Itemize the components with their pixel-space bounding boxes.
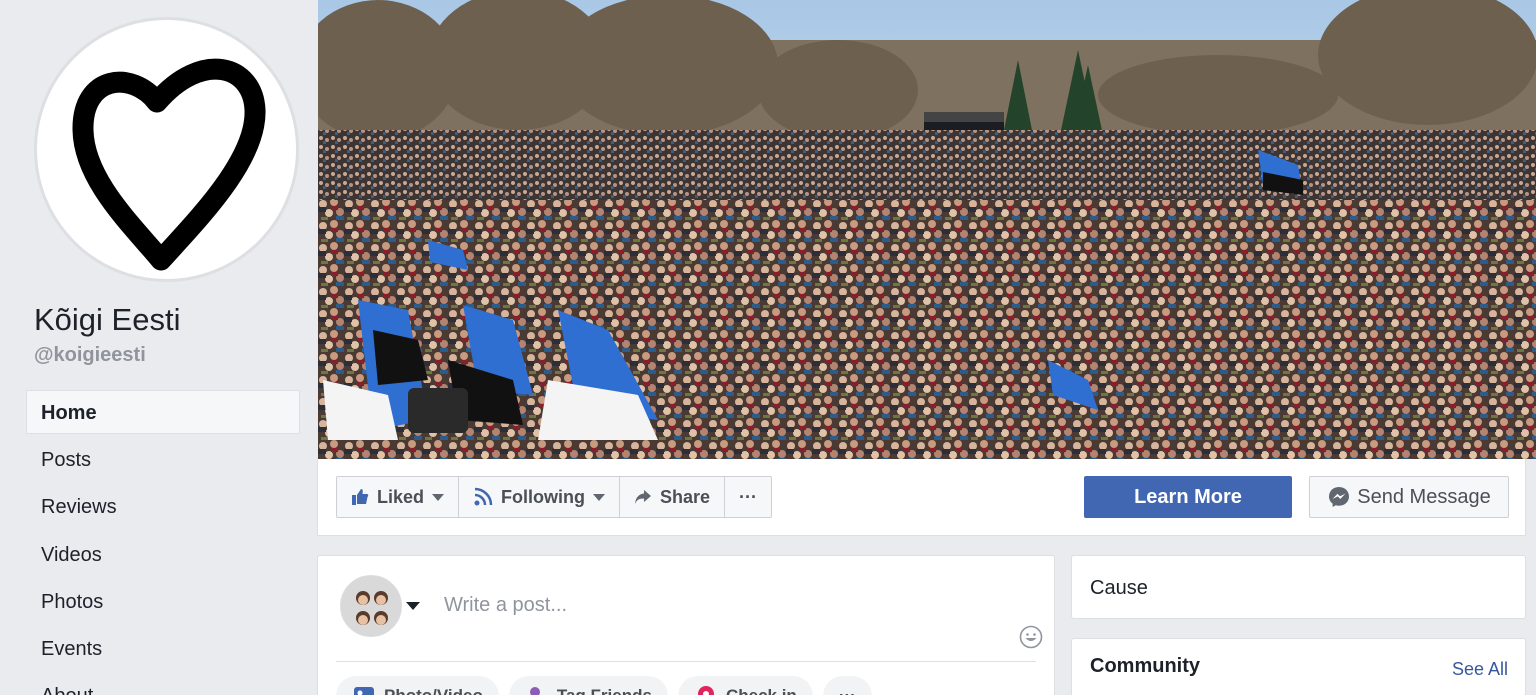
photo-video-button[interactable]: Photo/Video: [336, 676, 499, 695]
composer-avatar[interactable]: [340, 575, 402, 637]
check-in-label: Check in: [726, 686, 797, 695]
page-title: Kõigi Eesti: [34, 302, 181, 337]
page-profile-picture[interactable]: [34, 17, 299, 282]
cover-photo[interactable]: [318, 0, 1536, 459]
share-arrow-icon: [634, 489, 652, 505]
nav-item-home[interactable]: Home: [26, 390, 300, 434]
chevron-down-icon[interactable]: [406, 602, 420, 610]
more-icon: ···: [739, 486, 758, 507]
chevron-down-icon: [432, 493, 445, 501]
share-label: Share: [660, 486, 711, 507]
thumbs-up-icon: [351, 488, 369, 506]
composer-actions: Photo/Video Tag Friends Check in ···: [336, 676, 872, 695]
share-button[interactable]: Share: [620, 477, 726, 517]
composer-more-button[interactable]: ···: [822, 676, 872, 695]
photo-icon: [352, 684, 376, 695]
more-options-button[interactable]: ···: [725, 477, 771, 517]
more-icon: ···: [839, 686, 856, 695]
page-action-bar: Liked Following Share ··· Learn More Sen…: [317, 459, 1526, 536]
following-label: Following: [501, 486, 585, 507]
rss-icon: [473, 487, 493, 507]
left-column: Kõigi Eesti @koigieesti Home Posts Revie…: [0, 0, 318, 695]
check-in-button[interactable]: Check in: [677, 676, 813, 695]
post-composer: Photo/Video Tag Friends Check in ···: [317, 555, 1055, 695]
tag-friends-icon: [525, 684, 549, 695]
page-actions-group: Liked Following Share ···: [336, 476, 773, 518]
page-handle[interactable]: @koigieesti: [34, 344, 146, 367]
crowd-cover-image: [318, 0, 1536, 459]
photo-video-label: Photo/Video: [384, 686, 483, 695]
messenger-icon: [1327, 485, 1351, 509]
heart-logo-icon: [72, 58, 266, 271]
see-all-link[interactable]: See All: [1452, 659, 1508, 680]
community-title: Community: [1090, 655, 1200, 677]
tag-friends-button[interactable]: Tag Friends: [508, 676, 668, 695]
page-nav: Home Posts Reviews Videos Photos Events …: [26, 390, 300, 695]
nav-item-photos[interactable]: Photos: [26, 579, 300, 623]
tag-friends-label: Tag Friends: [557, 686, 652, 695]
write-post-input[interactable]: [444, 590, 984, 620]
nav-item-reviews[interactable]: Reviews: [26, 484, 300, 528]
cause-card: Cause: [1071, 555, 1526, 619]
nav-item-videos[interactable]: Videos: [26, 532, 300, 576]
community-card: Community See All: [1071, 638, 1526, 695]
location-pin-icon: [694, 684, 718, 695]
liked-label: Liked: [377, 486, 425, 507]
divider: [336, 661, 1036, 662]
send-message-label: Send Message: [1357, 485, 1491, 508]
send-message-button[interactable]: Send Message: [1309, 476, 1509, 518]
liked-button[interactable]: Liked: [337, 477, 460, 517]
chevron-down-icon: [593, 493, 605, 501]
learn-more-button[interactable]: Learn More: [1084, 476, 1292, 518]
following-button[interactable]: Following: [459, 477, 620, 517]
nav-item-events[interactable]: Events: [26, 626, 300, 670]
nav-item-posts[interactable]: Posts: [26, 437, 300, 481]
smiley-icon[interactable]: [1019, 625, 1043, 654]
nav-item-about[interactable]: About: [26, 673, 300, 695]
cause-label[interactable]: Cause: [1090, 577, 1148, 600]
